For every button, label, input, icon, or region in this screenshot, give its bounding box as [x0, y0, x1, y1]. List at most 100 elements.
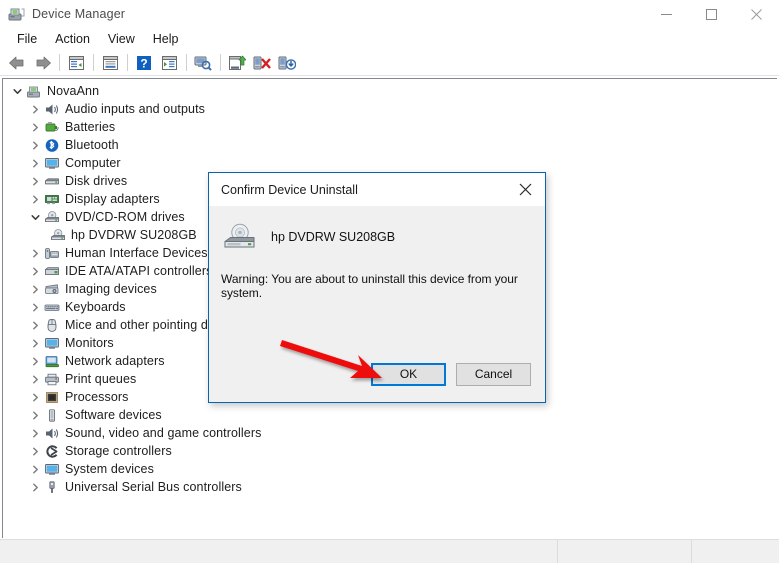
chevron-down-icon[interactable] [9, 82, 25, 100]
device-manager-icon [7, 5, 25, 23]
monitor-icon [43, 155, 61, 171]
maximize-button[interactable] [689, 0, 734, 28]
display-adapter-icon [43, 191, 61, 207]
dvd-drive-icon [49, 227, 67, 243]
status-segment-main [0, 540, 558, 563]
tree-item-label: Display adapters [65, 192, 160, 206]
window-controls [644, 0, 779, 28]
tree-item-label: Software devices [65, 408, 162, 422]
monitor-icon [43, 461, 61, 477]
window-title: Device Manager [32, 7, 126, 21]
bluetooth-icon [43, 137, 61, 153]
toolbar: ? [0, 50, 779, 76]
chevron-right-icon[interactable] [27, 154, 43, 172]
dialog-button-row: OK Cancel [209, 346, 545, 402]
chevron-right-icon[interactable] [27, 442, 43, 460]
close-button[interactable] [734, 0, 779, 28]
dialog-device-row: hp DVDRW SU208GB [209, 206, 545, 254]
chevron-right-icon[interactable] [27, 478, 43, 496]
dialog-warning-text: Warning: You are about to uninstall this… [221, 272, 518, 300]
keyboard-icon [43, 299, 61, 315]
tree-item-storage-controllers[interactable]: Storage controllers [3, 442, 777, 460]
tree-item-audio-inputs-and-outputs[interactable]: Audio inputs and outputs [3, 100, 777, 118]
svg-text:?: ? [140, 56, 147, 70]
chevron-right-icon[interactable] [27, 316, 43, 334]
processor-icon [43, 389, 61, 405]
tree-item-label: Disk drives [65, 174, 128, 188]
toolbar-separator [186, 54, 187, 71]
help-icon[interactable]: ? [132, 52, 156, 74]
uninstall-device-icon[interactable] [250, 52, 274, 74]
tree-item-computer[interactable]: Computer [3, 154, 777, 172]
chevron-right-icon[interactable] [27, 460, 43, 478]
disable-device-icon[interactable] [275, 52, 299, 74]
tree-item-label: hp DVDRW SU208GB [71, 228, 197, 242]
ide-controller-icon [43, 263, 61, 279]
show-hide-console-tree-icon[interactable] [64, 52, 88, 74]
chevron-right-icon[interactable] [27, 262, 43, 280]
back-icon[interactable] [5, 52, 29, 74]
tree-item-software-devices[interactable]: Software devices [3, 406, 777, 424]
chevron-right-icon[interactable] [27, 100, 43, 118]
tree-item-label: Monitors [65, 336, 114, 350]
chevron-right-icon[interactable] [27, 424, 43, 442]
chevron-right-icon[interactable] [27, 352, 43, 370]
menu-help[interactable]: Help [144, 30, 188, 48]
properties-icon[interactable] [98, 52, 122, 74]
chevron-right-icon[interactable] [27, 370, 43, 388]
software-device-icon [43, 407, 61, 423]
update-driver-icon[interactable] [225, 52, 249, 74]
tree-item-label: Storage controllers [65, 444, 172, 458]
speaker-icon [43, 101, 61, 117]
menu-view[interactable]: View [99, 30, 144, 48]
toolbar-separator [93, 54, 94, 71]
ok-button[interactable]: OK [371, 362, 446, 386]
title-bar: Device Manager [0, 0, 779, 28]
dialog-body: hp DVDRW SU208GB Warning: You are about … [209, 206, 545, 402]
chevron-right-icon[interactable] [27, 244, 43, 262]
confirm-device-uninstall-dialog: Confirm Device Uninstall hp DVDRW SU208G… [208, 172, 546, 403]
tree-item-label: Print queues [65, 372, 137, 386]
tree-item-label: Computer [65, 156, 121, 170]
chevron-right-icon[interactable] [27, 280, 43, 298]
chevron-right-icon[interactable] [27, 172, 43, 190]
chevron-down-icon[interactable] [27, 208, 43, 226]
device-manager-window: Device Manager File Action View Help ? N… [0, 0, 779, 563]
tree-item-label: Bluetooth [65, 138, 119, 152]
chevron-right-icon[interactable] [27, 298, 43, 316]
tree-item-label: IDE ATA/ATAPI controllers [65, 264, 213, 278]
tree-item-label: Keyboards [65, 300, 126, 314]
chevron-right-icon[interactable] [27, 190, 43, 208]
dialog-close-button[interactable] [505, 173, 545, 206]
cancel-button[interactable]: Cancel [456, 362, 531, 386]
tree-item-universal-serial-bus-controllers[interactable]: Universal Serial Bus controllers [3, 478, 777, 496]
show-hide-action-pane-icon[interactable] [157, 52, 181, 74]
forward-icon[interactable] [30, 52, 54, 74]
tree-item-label: System devices [65, 462, 154, 476]
tree-item-sound-video-and-game-controllers[interactable]: Sound, video and game controllers [3, 424, 777, 442]
hid-icon [43, 245, 61, 261]
tree-item-novaann[interactable]: NovaAnn [3, 82, 777, 100]
tree-item-label: Audio inputs and outputs [65, 102, 206, 116]
tree-item-label: NovaAnn [47, 84, 100, 98]
tree-item-batteries[interactable]: Batteries [3, 118, 777, 136]
tree-item-label: Network adapters [65, 354, 165, 368]
scan-for-hardware-changes-icon[interactable] [191, 52, 215, 74]
minimize-button[interactable] [644, 0, 689, 28]
tree-item-bluetooth[interactable]: Bluetooth [3, 136, 777, 154]
chevron-right-icon[interactable] [27, 136, 43, 154]
chevron-right-icon[interactable] [27, 388, 43, 406]
menu-file[interactable]: File [8, 30, 46, 48]
chevron-right-icon[interactable] [27, 406, 43, 424]
chevron-right-icon[interactable] [27, 334, 43, 352]
mouse-icon [43, 317, 61, 333]
dialog-device-name: hp DVDRW SU208GB [271, 230, 396, 244]
storage-controller-icon [43, 443, 61, 459]
status-segment-tertiary [692, 540, 779, 563]
menu-action[interactable]: Action [46, 30, 99, 48]
computer-icon [25, 83, 43, 99]
chevron-right-icon[interactable] [27, 118, 43, 136]
monitor-icon [43, 335, 61, 351]
tree-item-system-devices[interactable]: System devices [3, 460, 777, 478]
toolbar-separator [59, 54, 60, 71]
